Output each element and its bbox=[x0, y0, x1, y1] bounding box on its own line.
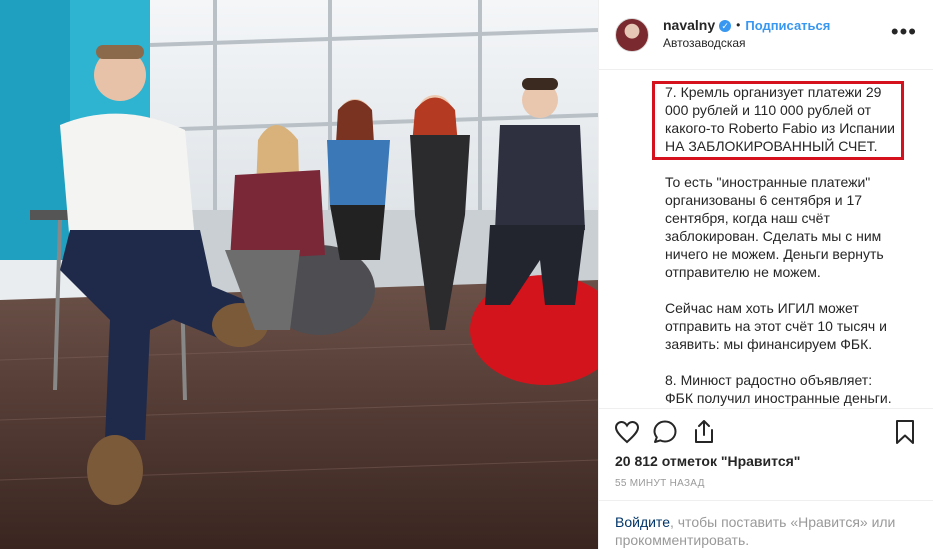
post-container: navalny ✓ • Подписаться Автозаводская ••… bbox=[0, 0, 933, 549]
share-icon[interactable] bbox=[690, 418, 718, 446]
more-options-icon[interactable]: ••• bbox=[891, 21, 917, 43]
header-separator: • bbox=[736, 18, 741, 32]
side-panel: navalny ✓ • Подписаться Автозаводская ••… bbox=[598, 0, 933, 549]
avatar[interactable] bbox=[615, 17, 649, 52]
caption-paragraph-4: 8. Минюст радостно объявляет: ФБК получи… bbox=[665, 372, 892, 406]
post-header: navalny ✓ • Подписаться Автозаводская ••… bbox=[599, 0, 933, 70]
caption-text: 7. Кремль организует платежи 29 000 рубл… bbox=[599, 70, 933, 408]
follow-button[interactable]: Подписаться bbox=[745, 17, 830, 34]
action-bar bbox=[599, 408, 933, 454]
username-link[interactable]: navalny bbox=[663, 17, 715, 34]
bookmark-icon[interactable] bbox=[891, 418, 919, 446]
login-link[interactable]: Войдите bbox=[615, 514, 670, 530]
caption-highlighted-paragraph: 7. Кремль организует платежи 29 000 рубл… bbox=[665, 84, 896, 154]
post-timestamp[interactable]: 55 МИНУТ НАЗАД bbox=[615, 478, 705, 489]
header-row: navalny ✓ • Подписаться bbox=[663, 17, 830, 34]
likes-count[interactable]: 20 812 отметок "Нравится" bbox=[615, 453, 800, 469]
heart-icon[interactable] bbox=[613, 418, 641, 446]
location-link[interactable]: Автозаводская bbox=[663, 35, 830, 52]
caption-paragraph-2: То есть "иностранные платежи" организова… bbox=[665, 174, 884, 280]
office-photo bbox=[0, 0, 598, 549]
comment-icon[interactable] bbox=[651, 418, 679, 446]
caption-paragraph-3: Сейчас нам хоть ИГИЛ может отправить на … bbox=[665, 300, 887, 352]
verified-badge-icon: ✓ bbox=[719, 19, 732, 32]
login-prompt: Войдите, чтобы поставить «Нравится» или … bbox=[599, 500, 933, 549]
header-text: navalny ✓ • Подписаться Автозаводская bbox=[663, 17, 830, 52]
post-photo[interactable] bbox=[0, 0, 598, 549]
